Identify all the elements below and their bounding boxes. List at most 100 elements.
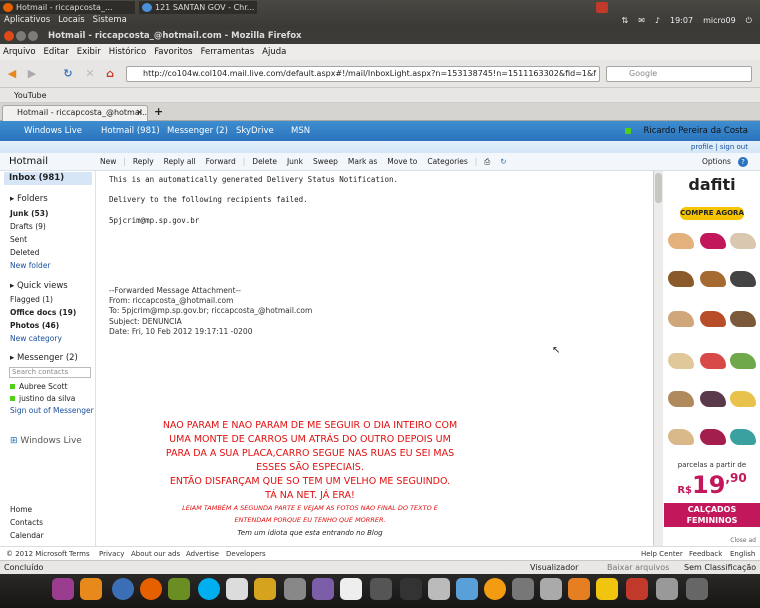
forward-icon[interactable]: ▶	[24, 66, 40, 82]
dock-app-icon[interactable]	[484, 578, 506, 600]
status-downloads[interactable]: Baixar arquivos	[607, 561, 669, 574]
junk-button[interactable]: Junk	[282, 153, 308, 171]
forward-button[interactable]: Forward	[201, 153, 241, 171]
print-icon[interactable]: ⎙	[479, 153, 495, 171]
power-icon[interactable]: ⏻	[746, 14, 752, 27]
sign-out-messenger-link[interactable]: Sign out of Messenger	[10, 406, 94, 415]
quick-office-docs[interactable]: Office docs (19)	[10, 308, 76, 317]
help-icon[interactable]: ?	[738, 157, 748, 167]
stop-icon[interactable]: ✕	[82, 66, 98, 82]
compre-agora-button[interactable]: COMPRE AGORA	[680, 207, 744, 220]
status-viewer[interactable]: Visualizador	[530, 561, 578, 574]
menu-arquivo[interactable]: Arquivo	[3, 44, 36, 60]
contacts-link[interactable]: Contacts	[10, 518, 43, 527]
contact-item[interactable]: Aubree Scott	[10, 382, 68, 391]
nav-messenger[interactable]: Messenger (2)	[167, 121, 228, 141]
reload-icon[interactable]: ↻	[60, 66, 76, 82]
tab-hotmail[interactable]: Hotmail - riccapcosta_@hotmai... ✕	[2, 105, 148, 121]
reply-all-button[interactable]: Reply all	[159, 153, 201, 171]
clock[interactable]: 19:07	[670, 14, 693, 27]
menu-historico[interactable]: Histórico	[109, 44, 146, 60]
windows-live-logo[interactable]: Windows Live	[24, 121, 82, 141]
menu-sistema[interactable]: Sistema	[93, 14, 127, 27]
search-input[interactable]: Google	[606, 66, 752, 82]
panel-task-chrome[interactable]: 121 SANTAN GOV - Chr...	[139, 1, 257, 14]
folder-sent[interactable]: Sent	[10, 235, 27, 244]
quick-views-header[interactable]: ▸ Quick views	[10, 281, 68, 291]
dock-app-icon[interactable]	[52, 578, 74, 600]
dock-app-icon[interactable]	[284, 578, 306, 600]
panel-task-hotmail[interactable]: Hotmail - riccapcosta_...	[0, 1, 135, 14]
dock-trash-icon[interactable]	[686, 578, 708, 600]
inbox-folder[interactable]: Inbox (981)	[4, 172, 92, 185]
dock-app-icon[interactable]	[512, 578, 534, 600]
back-icon[interactable]: ◀	[4, 66, 20, 82]
menu-exibir[interactable]: Exibir	[77, 44, 101, 60]
sweep-button[interactable]: Sweep	[308, 153, 343, 171]
nav-skydrive[interactable]: SkyDrive	[236, 121, 274, 141]
new-category-link[interactable]: New category	[10, 334, 62, 343]
calendar-link[interactable]: Calendar	[10, 531, 44, 540]
mail-icon[interactable]: ✉	[638, 14, 645, 27]
folder-drafts[interactable]: Drafts (9)	[10, 222, 46, 231]
tab-close-icon[interactable]: ✕	[136, 106, 143, 120]
folder-deleted[interactable]: Deleted	[10, 248, 39, 257]
panel-app-icon[interactable]	[596, 2, 608, 13]
menu-favoritos[interactable]: Favoritos	[154, 44, 192, 60]
menu-ferramentas[interactable]: Ferramentas	[201, 44, 255, 60]
menu-aplicativos[interactable]: Aplicativos	[4, 14, 50, 27]
footer-about-ads-link[interactable]: About our ads	[131, 547, 180, 561]
dock-app-icon[interactable]	[226, 578, 248, 600]
new-folder-link[interactable]: New folder	[10, 261, 51, 270]
dock-app-icon[interactable]	[540, 578, 562, 600]
new-tab-icon[interactable]: +	[154, 105, 163, 118]
reply-button[interactable]: Reply	[128, 153, 159, 171]
menu-editar[interactable]: Editar	[44, 44, 69, 60]
maximize-window-icon[interactable]	[28, 31, 38, 41]
dock-skype-icon[interactable]	[198, 578, 220, 600]
footer-developers-link[interactable]: Developers	[226, 547, 266, 561]
bookmark-youtube[interactable]: YouTube	[14, 91, 47, 100]
dafiti-ad[interactable]: dafiti COMPRE AGORA parcelas a partir de…	[664, 171, 760, 536]
dock-app-icon[interactable]	[428, 578, 450, 600]
close-window-icon[interactable]	[4, 31, 14, 41]
dock-app-icon[interactable]	[456, 578, 478, 600]
messenger-header[interactable]: ▸ Messenger (2)	[10, 353, 78, 363]
user-menu[interactable]: micro09	[703, 14, 736, 27]
message-scrollbar[interactable]	[653, 171, 663, 546]
nav-hotmail[interactable]: Hotmail (981)	[101, 121, 160, 141]
folders-header[interactable]: ▸ Folders	[10, 194, 48, 204]
dock-app-icon[interactable]	[400, 578, 422, 600]
dock-firefox-icon[interactable]	[140, 578, 162, 600]
refresh-icon[interactable]: ↻	[495, 153, 511, 171]
move-to-button[interactable]: Move to	[382, 153, 422, 171]
dock-app-icon[interactable]	[254, 578, 276, 600]
minimize-window-icon[interactable]	[16, 31, 26, 41]
footer-advertise-link[interactable]: Advertise	[186, 547, 219, 561]
close-ad-link[interactable]: Close ad	[664, 537, 760, 545]
dock-app-icon[interactable]	[626, 578, 648, 600]
delete-button[interactable]: Delete	[247, 153, 282, 171]
dock-app-icon[interactable]	[656, 578, 678, 600]
nav-msn[interactable]: MSN	[291, 121, 310, 141]
contact-item[interactable]: justino da silva	[10, 394, 75, 403]
footer-terms-link[interactable]: Terms	[69, 547, 90, 561]
footer-privacy-link[interactable]: Privacy	[99, 547, 124, 561]
scrollbar-thumb[interactable]	[655, 173, 662, 203]
search-contacts-input[interactable]: Search contacts	[9, 367, 91, 378]
dock-app-icon[interactable]	[340, 578, 362, 600]
dock-chrome-icon[interactable]	[112, 578, 134, 600]
footer-help-link[interactable]: Help Center	[641, 547, 683, 561]
dock-vlc-icon[interactable]	[568, 578, 590, 600]
new-button[interactable]: New	[95, 153, 121, 171]
mark-as-button[interactable]: Mark as	[343, 153, 382, 171]
footer-language-link[interactable]: English	[730, 547, 755, 561]
options-button[interactable]: Options	[702, 153, 731, 171]
dock-folder-icon[interactable]	[80, 578, 102, 600]
folder-junk[interactable]: Junk (53)	[10, 209, 48, 218]
url-bar[interactable]: http://co104w.col104.mail.live.com/defau…	[126, 66, 600, 82]
categories-button[interactable]: Categories	[422, 153, 472, 171]
profile-links[interactable]: profile | sign out	[691, 141, 748, 153]
home-icon[interactable]: ⌂	[102, 66, 118, 82]
footer-feedback-link[interactable]: Feedback	[689, 547, 722, 561]
